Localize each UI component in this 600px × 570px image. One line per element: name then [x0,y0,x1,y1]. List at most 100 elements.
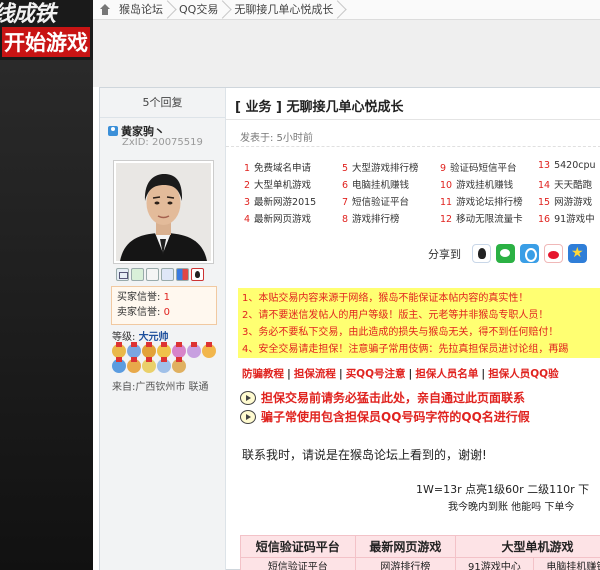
promo-link[interactable]: 7 短信验证平台 [342,194,440,208]
promo-link-number: 6 [342,180,349,191]
promo-link[interactable]: 9 验证码短信平台 [440,160,538,174]
medal-icon[interactable] [157,357,171,373]
promo-link-number: 10 [440,180,453,191]
promo-link-number: 9 [440,163,447,174]
promo-link[interactable]: 13 5420cpu [538,160,600,174]
promo-link[interactable]: 14 天天酷跑 [538,177,600,191]
link-escrow-list[interactable]: 担保人员名单 [415,368,478,380]
promo-link[interactable]: 3 最新网游2015 [244,194,342,208]
medal-icon[interactable] [172,342,186,358]
promo-link-text: 游戏排行榜 [352,214,400,225]
app-icon[interactable] [176,268,189,281]
promo-link-text: 网游游戏 [554,197,593,208]
wechat-share-icon[interactable] [496,244,515,263]
author-zxid: ZxID: 20075519 [122,137,203,148]
promo-link-number: 8 [342,214,349,225]
favorite-star-icon[interactable] [568,244,587,263]
promo-link-text: 最新网游2015 [254,197,317,208]
post-content: [ 业务 ] 无聊接几单心悦成长 发表于: 5小时前 1 免费域名申请 5 大型游戏排… [226,88,600,570]
ad-link[interactable]: 电脑挂机赚钱 [532,557,600,570]
breadcrumb-forum[interactable]: 猴岛论坛 [111,0,171,20]
delivery-line: 我今晚内到账 他能吗 下单今 [448,502,575,513]
promo-link-text: 最新网页游戏 [254,214,312,225]
contact-note: 联系我时，请说是在猴岛论坛上看到的，谢谢! [242,448,487,462]
promo-link-number: 11 [440,197,453,208]
medal-icon[interactable] [142,357,156,373]
medal-icon[interactable] [112,357,126,373]
promo-link[interactable]: 8 游戏排行榜 [342,211,440,225]
link-buy-qq-tips[interactable]: 买QQ号注意 [346,368,406,380]
document-icon[interactable] [146,268,159,281]
promo-link[interactable]: 5 大型游戏排行榜 [342,160,440,174]
profile-icon[interactable] [161,268,174,281]
breadcrumb-current-thread[interactable]: 无聊接几单心悦成长 [226,0,341,20]
promo-link[interactable]: 1 免费域名申请 [244,160,342,174]
price-line: 1W=13r 点亮1级60r 二级110r 下 [416,483,590,496]
add-friend-icon[interactable] [131,268,144,281]
mail-icon[interactable] [116,268,129,281]
promo-link[interactable]: 11 游戏论坛排行榜 [440,194,538,208]
ad-link[interactable]: 短信验证平台 [240,557,356,570]
avatar[interactable] [113,160,214,264]
guide-links: 防骗教程 | 担保流程 | 买QQ号注意 | 担保人员名单 | 担保人员QQ验 [242,368,559,380]
user-icon [108,126,118,136]
link-escrow-qq-verify[interactable]: 担保人员QQ验 [488,368,558,380]
medal-icon[interactable] [187,342,201,358]
home-icon[interactable] [99,3,111,16]
promo-link-number: 3 [244,197,251,208]
medal-icon[interactable] [157,342,171,358]
link-escrow-process[interactable]: 担保流程 [294,368,336,380]
author-location: 来自:广西钦州市 联通 [112,382,209,393]
medal-icon[interactable] [142,342,156,358]
banner-background [0,60,93,570]
weibo-share-icon[interactable] [544,244,563,263]
promo-link[interactable]: 2 大型单机游戏 [244,177,342,191]
breadcrumb-qq-trade[interactable]: QQ交易 [171,0,226,20]
avatar-portrait [116,163,211,261]
time-divider [226,146,600,147]
pointing-hand-icon [240,409,256,424]
author-sidebar: 5个回复 黄家驹丶 ZxID: 20075519 买家信誉: 1 卖家信誉: 0… [100,88,226,570]
promo-link[interactable]: 10 游戏挂机赚钱 [440,177,538,191]
medal-icon[interactable] [172,357,186,373]
promo-link-text: 验证码短信平台 [450,163,517,174]
promo-link[interactable]: 16 91游戏中 [538,211,600,225]
breadcrumb: 猴岛论坛 QQ交易 无聊接几单心悦成长 [93,0,600,20]
medal-icon[interactable] [112,342,126,358]
qq-icon[interactable] [191,268,204,281]
promo-link-text: 大型单机游戏 [254,180,312,191]
promo-link-text: 游戏挂机赚钱 [456,180,514,191]
promo-link-text: 电脑挂机赚钱 [352,180,410,191]
promo-link[interactable]: 12 移动无限流量卡 [440,211,538,225]
ad-link[interactable]: 91游戏中心 [455,557,534,570]
safety-notice: 1、本贴交易内容来源于网络，猴岛不能保证本帖内容的真实性！ 2、请不要迷信发帖人… [238,288,600,358]
medal-icon[interactable] [127,342,141,358]
promo-link-number: 16 [538,214,551,225]
link-anti-fraud[interactable]: 防骗教程 [242,368,284,380]
trust-box: 买家信誉: 1 卖家信誉: 0 [111,286,217,325]
promo-link-number: 5 [342,163,349,174]
promo-link[interactable]: 15 网游游戏 [538,194,600,208]
qq-share-icon[interactable] [472,244,491,263]
thread-title: [ 业务 ] 无聊接几单心悦成长 [235,100,404,115]
promo-link[interactable]: 4 最新网页游戏 [244,211,342,225]
author-level: 等级: 大元帅 [112,332,169,343]
promo-link-text: 大型游戏排行榜 [352,163,419,174]
medal-icon[interactable] [202,342,216,358]
pengyou-share-icon[interactable] [520,244,539,263]
ad-link[interactable]: 大型单机游戏 [455,535,600,558]
ad-link[interactable]: 最新网页游戏 [354,535,457,558]
promo-link-number: 1 [244,163,251,174]
post-panel: 5个回复 黄家驹丶 ZxID: 20075519 买家信誉: 1 卖家信誉: 0… [99,87,600,570]
ad-link[interactable]: 短信验证码平台 [240,535,356,558]
scam-warning: 骗子常使用包含担保员QQ号码字符的QQ名进行假 [240,408,530,425]
promo-link[interactable]: 6 电脑挂机赚钱 [342,177,440,191]
promo-link-number: 2 [244,180,251,191]
escrow-warning[interactable]: 担保交易前请务必猛击此处，亲自通过此页面联系 [240,389,525,406]
post-time: 发表于: 5小时前 [240,133,313,144]
promo-link-text: 移动无限流量卡 [456,214,523,225]
ad-link[interactable]: 网游排行榜 [354,557,457,570]
medal-icon[interactable] [127,357,141,373]
promo-link-text: 免费域名申请 [254,163,312,174]
banner-ad[interactable]: 线成铁 开始游戏 [0,0,93,570]
